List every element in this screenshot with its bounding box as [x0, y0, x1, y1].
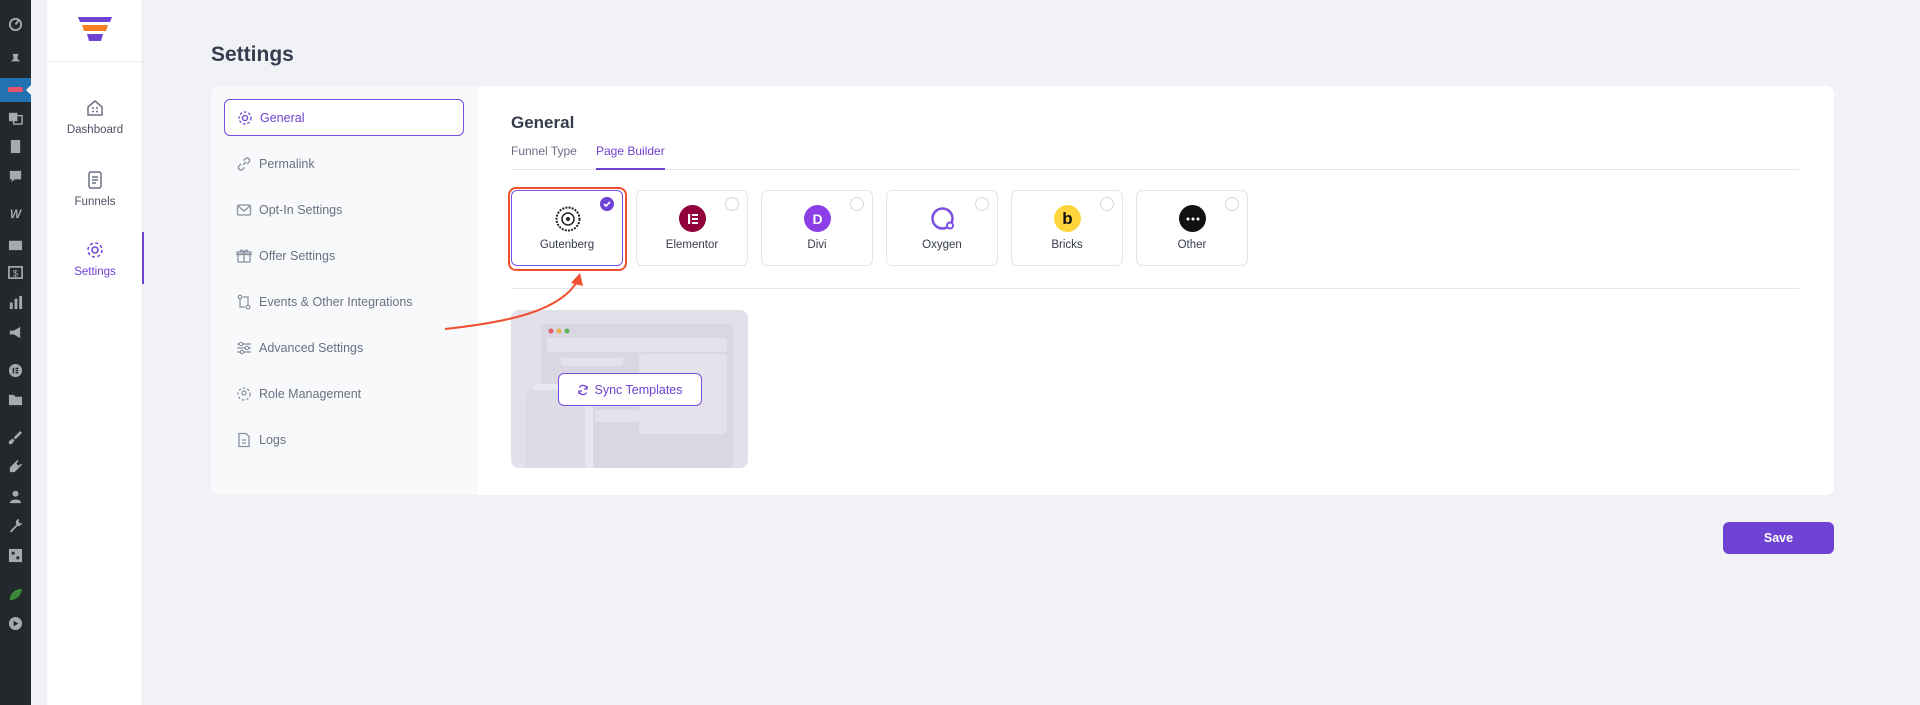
settings-nav-general[interactable]: General	[224, 99, 464, 136]
role-gear-icon	[236, 386, 252, 402]
tab-funnel-type[interactable]: Funnel Type	[511, 144, 577, 170]
wp-appearance-brush-icon[interactable]	[8, 430, 23, 445]
settings-nav: General Permalink Opt-In Settings Offer …	[211, 86, 478, 495]
settings-nav-role[interactable]: Role Management	[224, 375, 464, 412]
builder-option-other[interactable]: Other	[1136, 190, 1248, 266]
wp-collapse-play-icon[interactable]	[8, 616, 23, 631]
settings-gear-icon	[85, 240, 105, 260]
wp-posts-pin-icon[interactable]	[8, 52, 23, 67]
builder-radio[interactable]	[1100, 197, 1114, 211]
plugin-sidebar: Dashboard Funnels Settings	[47, 0, 144, 705]
sliders-icon	[236, 340, 252, 356]
builder-option-divi[interactable]: D Divi	[761, 190, 873, 266]
settings-nav-label: Opt-In Settings	[259, 202, 343, 217]
settings-nav-label: Permalink	[259, 156, 315, 171]
builder-radio[interactable]	[725, 197, 739, 211]
settings-nav-opt-in[interactable]: Opt-In Settings	[224, 191, 464, 228]
document-icon	[236, 432, 252, 448]
builder-label: Other	[1177, 239, 1207, 251]
elementor-logo-icon	[679, 205, 706, 232]
wp-analytics-icon[interactable]	[8, 295, 23, 310]
integrations-icon	[236, 294, 252, 310]
wp-woocommerce-icon[interactable]: W	[8, 207, 23, 222]
save-button[interactable]: Save	[1723, 522, 1834, 554]
wp-admin-menu: W $	[0, 0, 31, 705]
wp-leaf-icon[interactable]	[8, 587, 23, 602]
settings-nav-label: Advanced Settings	[259, 340, 364, 355]
settings-nav-permalink[interactable]: Permalink	[224, 145, 464, 182]
section-divider	[511, 288, 1799, 289]
builder-label: Divi	[807, 239, 827, 251]
bricks-logo-icon: b	[1054, 205, 1081, 232]
selection-highlight	[508, 187, 627, 271]
wp-comments-icon[interactable]	[8, 169, 23, 184]
gear-icon	[237, 110, 253, 126]
sidebar-item-dashboard[interactable]: Dashboard	[47, 98, 143, 136]
builder-radio[interactable]	[850, 197, 864, 211]
page-title: Settings	[211, 43, 294, 66]
wp-users-icon[interactable]	[8, 489, 23, 504]
wp-elementor-icon[interactable]	[8, 363, 23, 378]
more-dots-icon	[1179, 205, 1206, 232]
dashboard-icon	[85, 98, 105, 118]
builder-label: Elementor	[665, 239, 719, 251]
wp-dashboard-icon[interactable]	[8, 16, 23, 31]
link-icon	[236, 156, 252, 172]
wp-settings-panel-icon[interactable]	[8, 548, 23, 563]
settings-nav-label: Logs	[259, 432, 287, 447]
sidebar-item-settings[interactable]: Settings	[47, 232, 144, 284]
sidebar-divider	[47, 61, 143, 62]
settings-nav-advanced[interactable]: Advanced Settings	[224, 329, 464, 366]
builder-radio[interactable]	[975, 197, 989, 211]
sidebar-item-label: Funnels	[74, 196, 116, 208]
settings-nav-label: Offer Settings	[259, 248, 336, 263]
section-title: General	[511, 113, 575, 132]
builder-label: Bricks	[1051, 239, 1083, 251]
wp-media-icon[interactable]	[8, 110, 23, 125]
gift-icon	[236, 248, 252, 264]
settings-nav-integrations[interactable]: Events & Other Integrations	[224, 283, 464, 320]
wp-plugins-icon[interactable]	[8, 459, 23, 474]
settings-nav-label: General	[260, 110, 305, 125]
oxygen-logo-icon	[929, 205, 956, 232]
builder-radio[interactable]	[1225, 197, 1239, 211]
builder-option-bricks[interactable]: b Bricks	[1011, 190, 1123, 266]
wp-marketing-icon[interactable]	[8, 325, 23, 340]
settings-nav-label: Events & Other Integrations	[259, 294, 413, 309]
sync-templates-label: Sync Templates	[594, 382, 683, 397]
sync-icon	[578, 384, 589, 395]
builder-option-elementor[interactable]: Elementor	[636, 190, 748, 266]
settings-nav-label: Role Management	[259, 386, 362, 401]
annotation-arrow	[444, 273, 583, 330]
settings-nav-logs[interactable]: Logs	[224, 421, 464, 458]
sidebar-item-label: Settings	[74, 266, 116, 278]
funnels-icon	[85, 170, 105, 190]
plugin-logo	[78, 17, 112, 43]
wp-tools-wrench-icon[interactable]	[8, 518, 23, 533]
sidebar-item-funnels[interactable]: Funnels	[47, 170, 143, 208]
wp-templates-folder-icon[interactable]	[8, 392, 23, 407]
wp-pages-icon[interactable]	[8, 139, 23, 154]
settings-nav-offer[interactable]: Offer Settings	[224, 237, 464, 274]
wp-payments-icon[interactable]: $	[8, 265, 23, 280]
sync-templates-button[interactable]: Sync Templates	[558, 373, 702, 406]
mail-icon	[236, 202, 252, 218]
divi-logo-icon: D	[804, 205, 831, 232]
sidebar-item-label: Dashboard	[66, 124, 124, 136]
wp-active-menu-item[interactable]	[0, 78, 31, 102]
wp-products-icon[interactable]	[8, 237, 23, 252]
builder-label: Oxygen	[922, 239, 962, 251]
svg-text:$: $	[13, 268, 19, 278]
tab-page-builder[interactable]: Page Builder	[596, 144, 665, 170]
settings-tabs: Funnel Type Page Builder	[511, 144, 1799, 170]
builder-option-oxygen[interactable]: Oxygen	[886, 190, 998, 266]
